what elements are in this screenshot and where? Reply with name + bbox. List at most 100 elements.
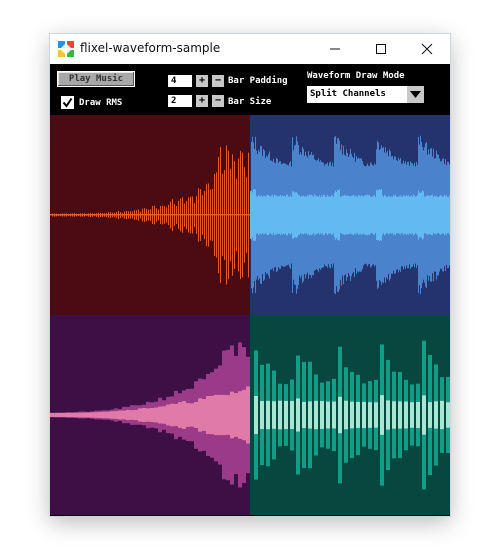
rms-bar bbox=[326, 401, 330, 429]
waveform-area bbox=[50, 115, 450, 516]
bar-padding-field[interactable]: 4 bbox=[168, 75, 192, 87]
rms-bar bbox=[258, 194, 259, 236]
maximize-button[interactable] bbox=[358, 34, 404, 64]
rms-bar bbox=[260, 195, 261, 235]
rms-bar bbox=[412, 197, 413, 233]
rms-bar bbox=[405, 196, 406, 234]
bar-size-field[interactable]: 2 bbox=[168, 95, 192, 107]
rms-bar bbox=[311, 194, 312, 236]
rms-bar bbox=[210, 395, 214, 435]
rms-bar bbox=[302, 401, 306, 429]
bar-padding-label: Bar Padding bbox=[228, 76, 288, 86]
waveform-top-left bbox=[50, 115, 250, 315]
rms-bar bbox=[98, 412, 102, 418]
rms-bar bbox=[372, 196, 373, 234]
rms-bar bbox=[374, 195, 375, 235]
bar-padding-minus-button[interactable]: − bbox=[212, 75, 224, 87]
app-window: flixel-waveform-sample Play Music Draw R… bbox=[50, 34, 450, 516]
rms-bar bbox=[422, 190, 423, 240]
rms-bar bbox=[158, 406, 162, 424]
rms-bar bbox=[74, 412, 78, 418]
rms-bar bbox=[443, 196, 444, 234]
rms-bar bbox=[338, 190, 339, 240]
rms-bar bbox=[445, 196, 446, 234]
rms-bar bbox=[352, 195, 353, 235]
rms-bar bbox=[429, 195, 430, 235]
rms-bar bbox=[398, 401, 402, 429]
rms-bar bbox=[442, 196, 443, 234]
rms-bar bbox=[344, 195, 345, 235]
rms-bar bbox=[270, 196, 271, 234]
rms-bar bbox=[386, 400, 390, 430]
rms-bar bbox=[415, 196, 416, 234]
rms-bar bbox=[154, 407, 158, 423]
rms-bar bbox=[368, 195, 369, 235]
rms-bar bbox=[392, 196, 393, 234]
rms-bar bbox=[102, 411, 106, 419]
rms-bar bbox=[381, 189, 382, 241]
rms-bar bbox=[278, 400, 282, 430]
draw-rms-checkbox[interactable] bbox=[61, 96, 74, 109]
rms-bar bbox=[359, 195, 360, 235]
rms-bar bbox=[351, 195, 352, 235]
rms-bar bbox=[434, 195, 435, 235]
title-bar[interactable]: flixel-waveform-sample bbox=[50, 34, 450, 64]
rms-bar bbox=[58, 412, 62, 418]
rms-bar bbox=[367, 194, 368, 236]
rms-bar bbox=[322, 196, 323, 234]
rms-bar bbox=[299, 195, 300, 235]
rms-bar bbox=[410, 402, 414, 428]
rms-bar bbox=[416, 196, 417, 234]
rms-bar bbox=[321, 195, 322, 235]
rms-bar bbox=[421, 192, 422, 238]
rms-bar bbox=[349, 196, 350, 234]
flixel-logo-icon bbox=[58, 41, 74, 57]
rms-bar bbox=[401, 196, 402, 234]
rms-bar bbox=[251, 190, 252, 240]
rms-bar bbox=[361, 195, 362, 235]
rms-bar bbox=[254, 395, 258, 435]
waveform-bottom-left bbox=[50, 315, 250, 515]
bar-size-plus-button[interactable]: + bbox=[196, 95, 208, 107]
rms-bar bbox=[302, 196, 303, 234]
rms-bar bbox=[50, 413, 54, 417]
draw-mode-dropdown[interactable]: Split Channels bbox=[307, 86, 424, 103]
dropdown-arrow-button[interactable] bbox=[407, 86, 424, 103]
rms-bar bbox=[293, 191, 294, 239]
rms-bar bbox=[319, 195, 320, 235]
rms-bar bbox=[425, 196, 426, 234]
rms-bar bbox=[376, 190, 377, 240]
rms-bar bbox=[394, 196, 395, 234]
rms-bar bbox=[296, 398, 300, 432]
rms-bar bbox=[409, 196, 410, 234]
rms-bar bbox=[252, 192, 253, 238]
rms-bar bbox=[190, 403, 194, 427]
rms-bar bbox=[298, 195, 299, 235]
rms-bar bbox=[304, 196, 305, 234]
rms-bar bbox=[178, 402, 182, 428]
close-button[interactable] bbox=[404, 34, 450, 64]
rms-bar bbox=[411, 195, 412, 235]
rms-bar bbox=[290, 401, 294, 429]
rms-bar bbox=[257, 196, 258, 234]
rms-bar bbox=[306, 196, 307, 234]
rms-bar bbox=[369, 194, 370, 236]
rms-bar bbox=[437, 196, 438, 234]
rms-bar bbox=[114, 411, 118, 419]
rms-bar bbox=[70, 412, 74, 418]
rms-bar bbox=[272, 401, 276, 429]
bar-size-minus-button[interactable]: − bbox=[212, 95, 224, 107]
play-music-button[interactable]: Play Music bbox=[57, 71, 135, 87]
minimize-button[interactable] bbox=[312, 34, 358, 64]
rms-bar bbox=[441, 195, 442, 235]
rms-bar bbox=[222, 394, 226, 436]
bar-padding-plus-button[interactable]: + bbox=[196, 75, 208, 87]
rms-bar bbox=[317, 196, 318, 234]
rms-bar bbox=[378, 189, 379, 241]
rms-bar bbox=[410, 196, 411, 234]
rms-bar bbox=[327, 194, 328, 236]
rms-bar bbox=[350, 196, 351, 234]
rms-bar bbox=[373, 195, 374, 235]
rms-bar bbox=[150, 407, 154, 423]
rms-bar bbox=[426, 196, 427, 234]
